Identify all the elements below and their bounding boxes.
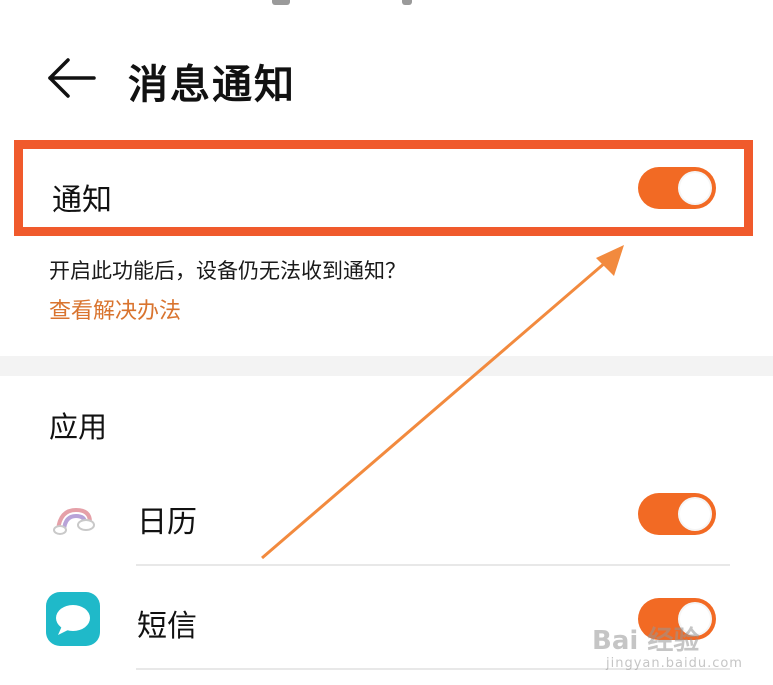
notification-label: 通知: [52, 183, 112, 218]
section-divider: [0, 356, 773, 376]
solution-link[interactable]: 查看解决办法: [49, 293, 181, 325]
toggle-knob: [678, 497, 712, 531]
page-title: 消息通知: [128, 62, 296, 108]
notification-toggle[interactable]: [638, 167, 716, 209]
toggle-knob: [678, 171, 712, 205]
calendar-rainbow-icon: [53, 507, 95, 535]
apps-section-title: 应用: [49, 410, 108, 444]
watermark-main: Bai 经验: [592, 626, 700, 656]
arrow-left-icon: [48, 58, 96, 98]
app-name: 短信: [137, 609, 197, 644]
watermark-logo: Bai 经验 jingyan.baidu.com: [592, 620, 762, 680]
back-button[interactable]: [44, 54, 100, 102]
calendar-toggle[interactable]: [638, 493, 716, 535]
app-name: 日历: [137, 505, 197, 540]
header: 消息通知: [0, 40, 773, 120]
status-bar-remnant: [0, 0, 773, 8]
watermark-url: jingyan.baidu.com: [606, 656, 743, 671]
notification-row: 通知: [14, 140, 753, 236]
list-divider: [136, 564, 730, 566]
app-row-calendar[interactable]: 日历: [0, 464, 773, 564]
messages-bubble-icon: [46, 592, 100, 646]
hint-text: 开启此功能后，设备仍无法收到通知？: [49, 259, 406, 283]
